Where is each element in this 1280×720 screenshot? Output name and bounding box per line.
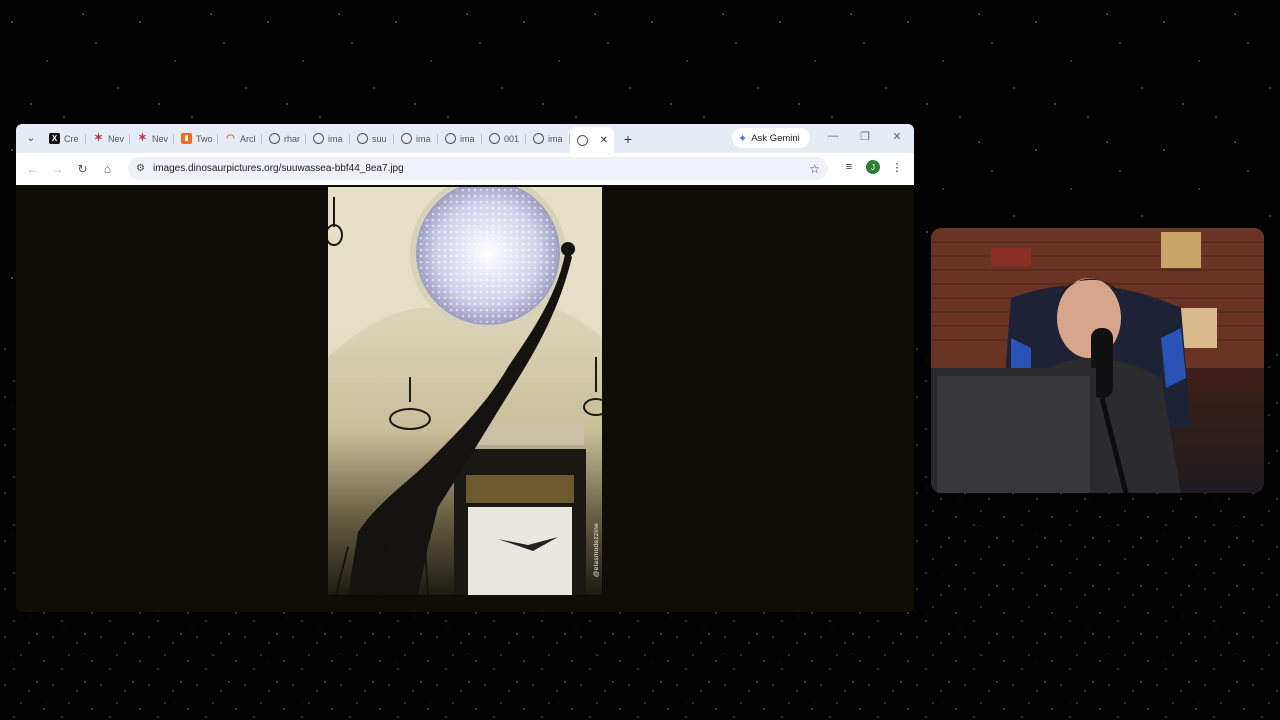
tab-10[interactable]: 001 xyxy=(482,128,526,150)
tab-label: Arcl xyxy=(240,133,256,144)
tab-8[interactable]: ima xyxy=(394,128,438,150)
reload-icon[interactable]: ↻ xyxy=(70,162,95,176)
tab-label: ima xyxy=(548,133,563,144)
star-icon: ✶ xyxy=(93,132,104,144)
home-icon[interactable]: ⌂ xyxy=(95,162,120,176)
browser-window: ⌄ X Cre ✶ Nev ✶ Nev ▮ Two ◠ Arcl rhar ima suu… xyxy=(16,124,914,612)
webcam-illustration xyxy=(931,228,1264,493)
browser-toolbar: ← → ↻ ⌂ ⚙ images.dinosaurpictures.org/su… xyxy=(16,153,914,185)
page-content: @elasmodezzine xyxy=(16,185,914,612)
tab-11[interactable]: ima xyxy=(526,128,570,150)
tab-label: Nev xyxy=(108,133,125,144)
tab-label: Two xyxy=(196,133,213,144)
photo-illustration xyxy=(328,187,602,595)
tab-active[interactable]: ✕ xyxy=(570,127,614,153)
globe-icon xyxy=(533,133,544,144)
tab-label: 001 xyxy=(504,133,520,144)
tab-4[interactable]: ◠ Arcl xyxy=(218,128,262,150)
tab-2[interactable]: ✶ Nev xyxy=(130,128,174,150)
tab-0[interactable]: X Cre xyxy=(42,128,86,150)
globe-icon xyxy=(357,133,368,144)
photo-watermark: @elasmodezzine xyxy=(593,523,600,578)
tab-label: Cre xyxy=(64,133,79,144)
close-tab-icon[interactable]: ✕ xyxy=(600,135,608,146)
chevron-down-icon: ⌄ xyxy=(26,133,36,144)
ask-gemini-button[interactable]: ✦ Ask Gemini xyxy=(732,128,810,148)
globe-icon xyxy=(489,133,500,144)
tab-search-button[interactable]: ⌄ xyxy=(20,128,42,150)
ask-gemini-label: Ask Gemini xyxy=(751,132,800,144)
tab-label: ima xyxy=(460,133,475,144)
webcam-overlay xyxy=(931,228,1264,493)
arc-icon: ◠ xyxy=(226,132,235,144)
tab-1[interactable]: ✶ Nev xyxy=(86,128,130,150)
bookmark-star-icon[interactable]: ☆ xyxy=(809,162,820,176)
tab-label: ima xyxy=(416,133,431,144)
globe-icon xyxy=(269,133,280,144)
tab-label: Nev xyxy=(152,133,169,144)
tab-strip: ⌄ X Cre ✶ Nev ✶ Nev ▮ Two ◠ Arcl rhar ima suu… xyxy=(16,124,914,153)
tab-7[interactable]: suu xyxy=(350,128,394,150)
globe-icon xyxy=(401,133,412,144)
forward-arrow-icon[interactable]: → xyxy=(45,162,70,176)
minimize-button[interactable]: — xyxy=(826,130,840,142)
gemini-sparkle-icon: ✦ xyxy=(738,132,748,145)
tab-9[interactable]: ima xyxy=(438,128,482,150)
globe-icon xyxy=(313,133,324,144)
dinosaur-skeleton-photo: @elasmodezzine xyxy=(328,187,602,595)
close-window-button[interactable]: ✕ xyxy=(890,130,904,143)
address-bar[interactable]: ⚙ images.dinosaurpictures.org/suuwassea-… xyxy=(128,157,828,180)
tab-5[interactable]: rhar xyxy=(262,128,306,150)
url-text: images.dinosaurpictures.org/suuwassea-bb… xyxy=(152,163,404,174)
star-icon: ✶ xyxy=(137,132,148,144)
new-tab-button[interactable]: + xyxy=(620,131,636,147)
x-icon: X xyxy=(49,133,60,144)
tab-label: rhar xyxy=(284,133,301,144)
tab-label: ima xyxy=(328,133,343,144)
globe-icon xyxy=(577,134,588,146)
menu-kebab-icon[interactable]: ⋮ xyxy=(890,161,904,174)
back-arrow-icon[interactable]: ← xyxy=(20,162,45,176)
restore-button[interactable]: ❐ xyxy=(858,130,872,143)
tab-6[interactable]: ima xyxy=(306,128,350,150)
reading-list-icon[interactable]: ≡ xyxy=(842,161,856,173)
profile-avatar[interactable]: J xyxy=(866,160,880,174)
tab-label: suu xyxy=(372,133,387,144)
site-info-icon[interactable]: ⚙ xyxy=(136,163,145,174)
orange-square-icon: ▮ xyxy=(181,133,192,144)
tab-3[interactable]: ▮ Two xyxy=(174,128,218,150)
globe-icon xyxy=(445,133,456,144)
